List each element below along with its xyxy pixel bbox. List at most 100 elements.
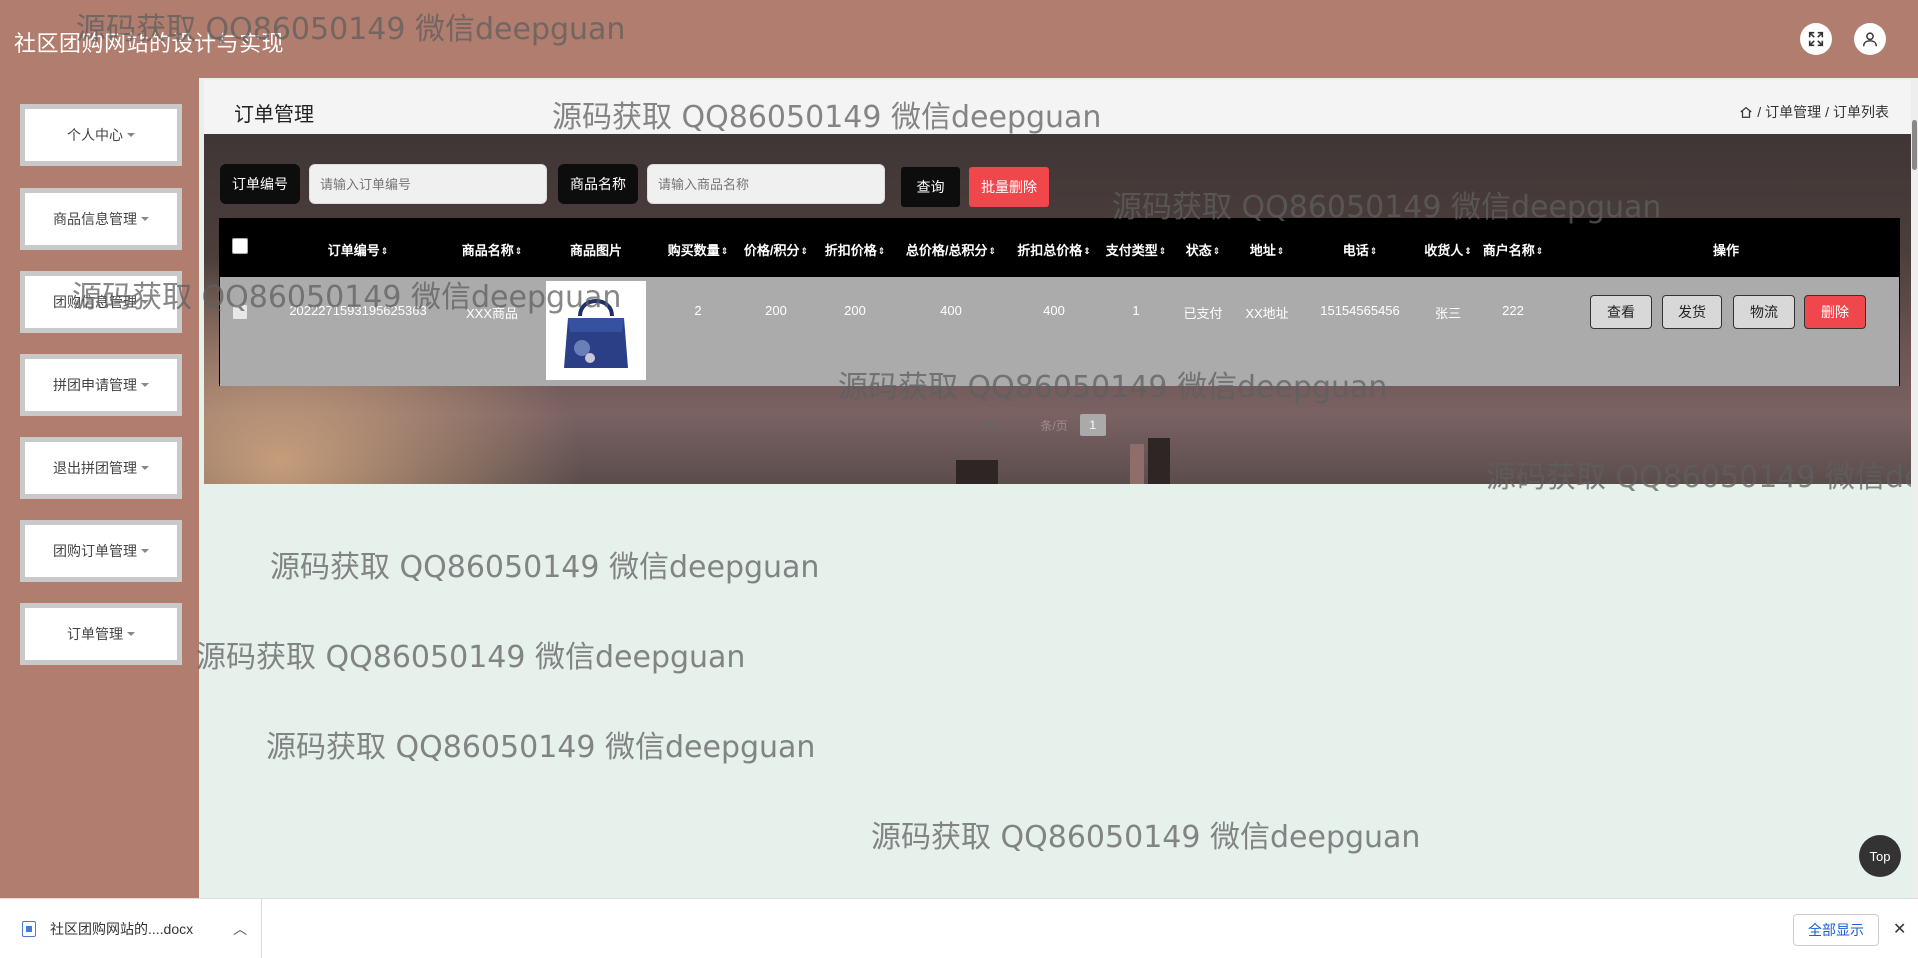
query-button[interactable]: 查询 — [901, 167, 960, 207]
sort-icon: ⇕ — [1158, 246, 1167, 257]
col-header: 操作 — [1712, 243, 1740, 258]
col-header[interactable]: 订单编号⇕ — [328, 240, 389, 259]
watermark: 源码获取 QQ86050149 微信deepguan — [266, 730, 816, 765]
col-header[interactable]: 购买数量⇕ — [668, 240, 729, 259]
col-header[interactable]: 总价格/总积分⇕ — [906, 240, 996, 259]
table-header: 订单编号⇕ 商品名称⇕ 商品图片 购买数量⇕ 价格/积分⇕ 折扣价格⇕ 总价格/… — [220, 219, 1899, 277]
page-title: 订单管理 — [234, 104, 314, 126]
sidebar-item-personal-center[interactable]: 个人中心 — [20, 104, 182, 166]
col-header[interactable]: 折扣总价格⇕ — [1017, 240, 1091, 259]
watermark: 源码获取 QQ86050149 微信deepguan — [196, 640, 746, 675]
home-icon[interactable] — [1739, 105, 1753, 119]
scrollbar[interactable] — [1911, 80, 1918, 898]
sort-icon: ⇕ — [514, 246, 523, 257]
chevron-up-icon[interactable]: ︿ — [233, 919, 247, 939]
col-header[interactable]: 支付类型⇕ — [1106, 240, 1167, 259]
caret-down-icon — [141, 549, 149, 553]
download-bar: 社区团购网站的....docx ︿ 全部显示 ✕ — [0, 898, 1918, 958]
page-size-select[interactable]: 10 ⌄ — [983, 418, 1028, 432]
caret-down-icon — [141, 217, 149, 221]
sort-icon: ⇕ — [1369, 246, 1378, 257]
col-header[interactable]: 收货人⇕ — [1424, 240, 1472, 259]
sort-icon: ⇕ — [1276, 246, 1285, 257]
order-no-input[interactable] — [309, 164, 547, 204]
cell-discount-total: 400 — [1043, 303, 1065, 318]
page-header: 订单管理 / 订单管理 / 订单列表 — [204, 80, 1913, 134]
caret-down-icon — [141, 466, 149, 470]
col-header[interactable]: 商户名称⇕ — [1483, 240, 1544, 259]
per-page-label: 条/页 — [1040, 418, 1068, 433]
cell-quantity: 2 — [694, 303, 702, 318]
download-item[interactable]: 社区团购网站的....docx ︿ — [0, 899, 262, 958]
back-to-top-button[interactable]: Top — [1859, 835, 1901, 877]
logistics-button[interactable]: 物流 — [1733, 295, 1795, 329]
product-name-input[interactable] — [647, 164, 885, 204]
product-name-label: 商品名称 — [558, 164, 638, 204]
col-header[interactable]: 状态⇕ — [1186, 240, 1221, 259]
cell-total: 400 — [940, 303, 962, 318]
batch-delete-button[interactable]: 批量删除 — [969, 167, 1049, 207]
delete-button[interactable]: 删除 — [1804, 295, 1866, 329]
cell-order-no: 2022271593195625363 — [289, 303, 427, 318]
close-icon[interactable]: ✕ — [1893, 919, 1906, 939]
app-title: 社区团购网站的设计与实现 — [14, 31, 285, 56]
user-avatar-icon[interactable] — [1854, 23, 1886, 55]
cell-price: 200 — [765, 303, 787, 318]
sidebar-item-group-exit[interactable]: 退出拼团管理 — [20, 437, 182, 499]
cell-phone: 15154565456 — [1320, 303, 1400, 318]
page-number[interactable]: 1 — [1079, 414, 1106, 436]
content-panel: 订单编号 商品名称 查询 批量删除 订单编号⇕ 商品名称⇕ 商品图片 购买数量⇕… — [204, 134, 1913, 484]
cell-address: XX地址 — [1245, 306, 1289, 321]
sort-icon: ⇕ — [1212, 246, 1221, 257]
cell-merchant: 222 — [1502, 303, 1524, 318]
select-all-checkbox[interactable] — [232, 238, 248, 254]
sort-icon: ⇕ — [1464, 246, 1472, 257]
col-header[interactable]: 商品名称⇕ — [462, 240, 523, 259]
row-checkbox[interactable] — [232, 304, 248, 320]
cell-receiver: 张三 — [1434, 306, 1462, 321]
sort-icon: ⇕ — [988, 246, 997, 257]
chevron-down-icon: ⌄ — [1018, 418, 1029, 432]
sort-icon: ⇕ — [1083, 246, 1091, 257]
scrollbar-thumb[interactable] — [1912, 120, 1917, 170]
view-button[interactable]: 查看 — [1590, 295, 1652, 329]
download-file-name: 社区团购网站的....docx — [50, 921, 194, 937]
watermark: 源码获取 QQ86050149 微信deepguan — [871, 820, 1421, 855]
sidebar-item-orders[interactable]: 订单管理 — [20, 603, 182, 665]
sidebar: 个人中心 商品信息管理 团购信息管理 拼团申请管理 退出拼团管理 团购订单管理 … — [0, 78, 199, 898]
product-image — [546, 281, 646, 380]
col-header[interactable]: 地址⇕ — [1250, 240, 1285, 259]
caret-down-icon — [141, 300, 149, 304]
col-header[interactable]: 折扣价格⇕ — [825, 240, 886, 259]
cell-pay-type: 1 — [1132, 303, 1140, 318]
show-all-button[interactable]: 全部显示 — [1793, 914, 1879, 946]
sort-icon: ⇕ — [877, 246, 886, 257]
sidebar-item-group-info[interactable]: 团购信息管理 — [20, 271, 182, 333]
table-row: 2022271593195625363 XXX商品 2 200 200 400 … — [220, 277, 1899, 386]
word-file-icon — [22, 921, 36, 937]
sidebar-item-product-info[interactable]: 商品信息管理 — [20, 188, 182, 250]
ship-button[interactable]: 发货 — [1662, 295, 1722, 329]
breadcrumb: / 订单管理 / 订单列表 — [1739, 102, 1889, 122]
caret-down-icon — [141, 383, 149, 387]
breadcrumb-item[interactable]: 订单管理 — [1765, 102, 1821, 122]
sort-icon: ⇕ — [1535, 246, 1544, 257]
col-header[interactable]: 价格/积分⇕ — [744, 240, 808, 259]
order-no-label: 订单编号 — [220, 164, 300, 204]
pagination: 10 ⌄ 条/页 1 — [983, 414, 1106, 436]
breadcrumb-item: 订单列表 — [1833, 104, 1889, 120]
sidebar-item-group-apply[interactable]: 拼团申请管理 — [20, 354, 182, 416]
cell-product: XXX商品 — [465, 306, 519, 321]
sidebar-item-group-orders[interactable]: 团购订单管理 — [20, 520, 182, 582]
top-bar: 社区团购网站的设计与实现 — [0, 0, 1918, 78]
fullscreen-icon[interactable] — [1800, 23, 1832, 55]
sort-icon: ⇕ — [720, 246, 729, 257]
col-header: 商品图片 — [569, 243, 623, 258]
watermark: 源码获取 QQ86050149 微信deepguan — [270, 550, 820, 585]
col-header[interactable]: 电话⇕ — [1343, 240, 1378, 259]
sort-icon: ⇕ — [380, 246, 389, 257]
caret-down-icon — [127, 133, 135, 137]
orders-table: 订单编号⇕ 商品名称⇕ 商品图片 购买数量⇕ 价格/积分⇕ 折扣价格⇕ 总价格/… — [219, 218, 1900, 386]
caret-down-icon — [127, 632, 135, 636]
cell-status: 已支付 — [1183, 306, 1223, 321]
